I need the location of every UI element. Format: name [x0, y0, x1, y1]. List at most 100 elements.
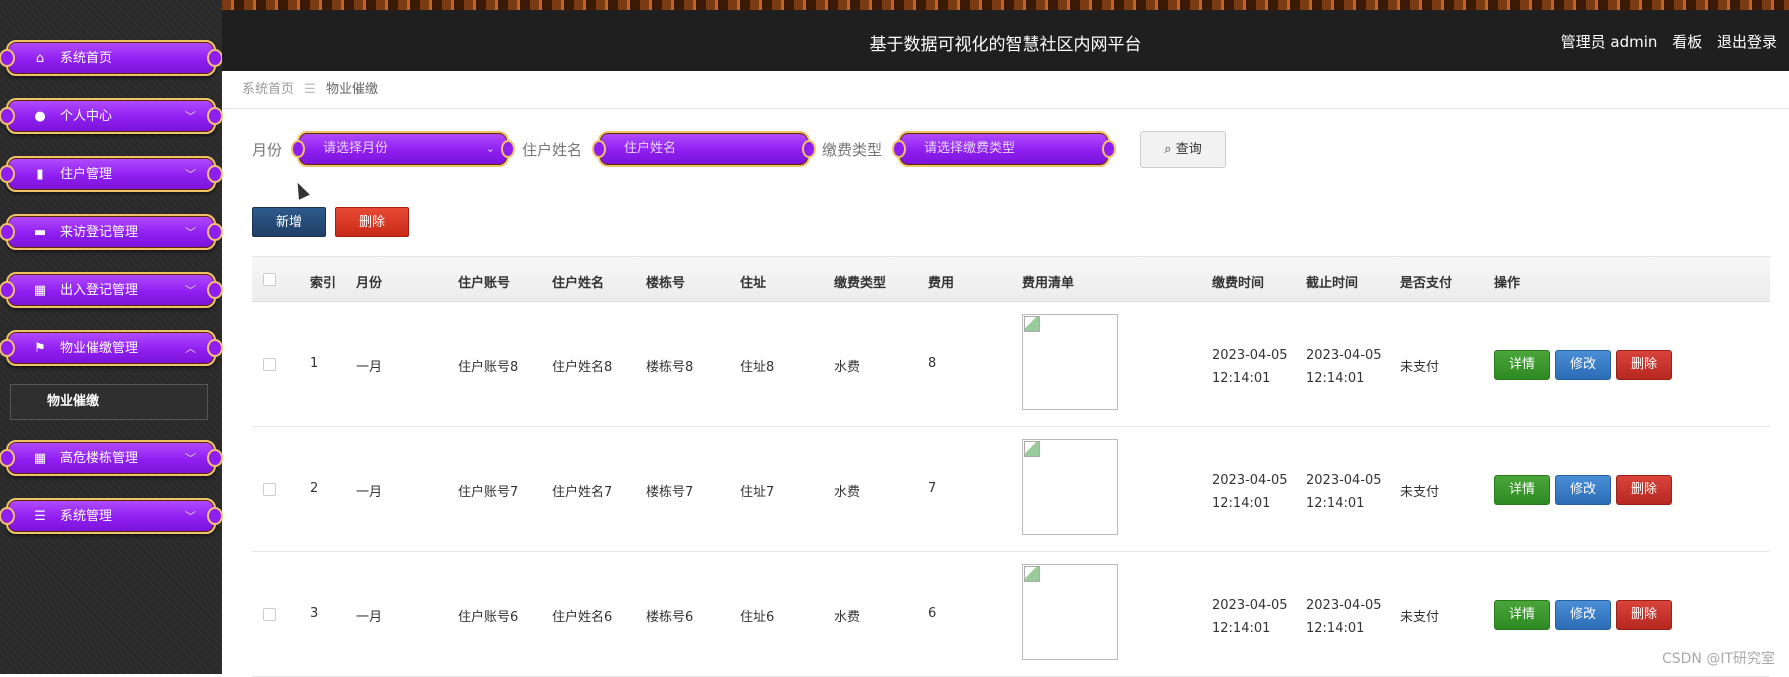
- grid-icon: ▦: [33, 451, 47, 466]
- row-checkbox[interactable]: [263, 608, 276, 621]
- col-ops: 操作: [1494, 276, 1521, 291]
- dashboard-link[interactable]: 看板: [1672, 33, 1702, 51]
- fee-table: 索引 月份 住户账号 住户姓名 楼栋号 住址 缴费类型 费用 费用清单 缴费时间…: [252, 256, 1770, 677]
- cell-address: 住址8: [740, 360, 775, 375]
- sidebar-item-personal-center[interactable]: ● 个人中心 ﹀: [0, 98, 223, 134]
- select-all-checkbox[interactable]: [263, 273, 276, 286]
- delete-button[interactable]: 删除: [1616, 475, 1672, 505]
- delete-button[interactable]: 删除: [1616, 600, 1672, 630]
- cell-fee: 6: [928, 606, 937, 621]
- row-checkbox[interactable]: [263, 358, 276, 371]
- col-building: 楼栋号: [646, 276, 686, 291]
- chevron-down-icon: ﹀: [185, 452, 196, 465]
- fee-list-image: [1022, 314, 1118, 410]
- cell-deadline: 2023-04-05 12:14:01: [1306, 469, 1382, 515]
- cell-fee-type: 水费: [834, 360, 861, 375]
- sidebar-item-label: 来访登记管理: [60, 225, 139, 240]
- query-button[interactable]: ⌕ 查询: [1140, 131, 1226, 168]
- chevron-down-icon: ﹀: [185, 226, 196, 239]
- fee-type-label: 缴费类型: [822, 141, 883, 159]
- chevron-up-icon: ︿: [185, 342, 196, 355]
- detail-button[interactable]: 详情: [1494, 600, 1550, 630]
- query-button-label: 查询: [1175, 142, 1202, 157]
- sidebar-item-entry-registration[interactable]: ▦ 出入登记管理 ﹀: [0, 272, 223, 308]
- cell-paid: 未支付: [1400, 610, 1440, 625]
- cell-month: 一月: [356, 610, 383, 625]
- sidebar-item-property-fee-management[interactable]: ⚑ 物业催缴管理 ︿: [0, 330, 223, 366]
- logout-link[interactable]: 退出登录: [1717, 33, 1777, 51]
- col-month: 月份: [356, 276, 383, 291]
- sidebar-item-visitor-registration[interactable]: ▬ 来访登记管理 ﹀: [0, 214, 223, 250]
- col-fee-list: 费用清单: [1022, 276, 1075, 291]
- cell-pay-time: 2023-04-05 12:14:01: [1212, 594, 1288, 640]
- pay-clock: 12:14:01: [1212, 621, 1271, 636]
- cell-address: 住址7: [740, 485, 775, 500]
- sidebar-subitem-property-fee[interactable]: 物业催缴: [10, 384, 208, 420]
- broken-image-icon: [1024, 441, 1040, 457]
- deadline-date: 2023-04-05: [1306, 598, 1382, 613]
- cell-fee-type: 水费: [834, 485, 861, 500]
- cell-name: 住户姓名8: [552, 360, 613, 375]
- search-bar: 月份 请选择月份 ⌄ 住户姓名 住户姓名 缴费类型 请选择缴费类型 ⌕ 查询: [222, 128, 1789, 168]
- edit-button[interactable]: 修改: [1555, 600, 1611, 630]
- cell-account: 住户账号6: [458, 610, 519, 625]
- table-row: 1 一月 住户账号8 住户姓名8 楼栋号8 住址8 水费 8 2023-04-0…: [252, 302, 1770, 427]
- edit-button[interactable]: 修改: [1555, 475, 1611, 505]
- cell-fee: 7: [928, 481, 937, 496]
- cell-fee-type: 水费: [834, 610, 861, 625]
- sidebar-item-label: 系统管理: [60, 509, 113, 524]
- table-row: 2 一月 住户账号7 住户姓名7 楼栋号7 住址7 水费 7 2023-04-0…: [252, 427, 1770, 552]
- table-row: 3 一月 住户账号6 住户姓名6 楼栋号6 住址6 水费 6 2023-04-0…: [252, 552, 1770, 677]
- month-select-placeholder: 请选择月份: [323, 141, 389, 156]
- cell-address: 住址6: [740, 610, 775, 625]
- sidebar-item-label: 出入登记管理: [60, 283, 139, 298]
- row-checkbox[interactable]: [263, 483, 276, 496]
- col-deadline: 截止时间: [1306, 276, 1359, 291]
- flag-icon: ⚑: [34, 341, 46, 356]
- detail-button[interactable]: 详情: [1494, 350, 1550, 380]
- pay-clock: 12:14:01: [1212, 496, 1271, 511]
- sidebar-item-high-risk-building[interactable]: ▦ 高危楼栋管理 ﹀: [0, 440, 223, 476]
- broken-image-icon: [1024, 566, 1040, 582]
- pay-date: 2023-04-05: [1212, 348, 1288, 363]
- sidebar-item-resident-management[interactable]: ▮ 住户管理 ﹀: [0, 156, 223, 192]
- sliders-icon: ☰: [34, 509, 46, 524]
- detail-button[interactable]: 详情: [1494, 475, 1550, 505]
- sidebar-item-label: 系统首页: [60, 51, 113, 66]
- fee-type-select[interactable]: 请选择缴费类型: [892, 131, 1116, 167]
- fee-list-image: [1022, 564, 1118, 660]
- sidebar: ⌂ 系统首页 ● 个人中心 ﹀ ▮ 住户管理 ﹀ ▬ 来访登记管理 ﹀ ▦ 出入…: [0, 0, 223, 674]
- breadcrumb-home[interactable]: 系统首页: [242, 82, 294, 97]
- add-button[interactable]: 新增: [252, 207, 326, 237]
- sidebar-item-system-management[interactable]: ☰ 系统管理 ﹀: [0, 498, 223, 534]
- chevron-down-icon: ﹀: [185, 110, 196, 123]
- cell-fee: 8: [928, 356, 937, 371]
- building-icon: ▮: [36, 167, 44, 182]
- deadline-clock: 12:14:01: [1306, 496, 1365, 511]
- deadline-clock: 12:14:01: [1306, 621, 1365, 636]
- cell-pay-time: 2023-04-05 12:14:01: [1212, 344, 1288, 390]
- header-user-area: 管理员 admin 看板 退出登录: [1551, 31, 1777, 52]
- col-name: 住户姓名: [552, 276, 605, 291]
- col-paid: 是否支付: [1400, 276, 1453, 291]
- cell-deadline: 2023-04-05 12:14:01: [1306, 344, 1382, 390]
- delete-button[interactable]: 删除: [1616, 350, 1672, 380]
- edit-button[interactable]: 修改: [1555, 350, 1611, 380]
- batch-delete-button[interactable]: 删除: [335, 207, 409, 237]
- col-index: 索引: [310, 276, 337, 291]
- fee-type-placeholder: 请选择缴费类型: [924, 141, 1016, 156]
- breadcrumb-current: 物业催缴: [325, 82, 378, 97]
- month-select[interactable]: 请选择月份 ⌄: [291, 131, 515, 167]
- cell-pay-time: 2023-04-05 12:14:01: [1212, 469, 1288, 515]
- mouse-cursor-icon: [292, 180, 310, 200]
- sidebar-item-home[interactable]: ⌂ 系统首页: [0, 40, 223, 76]
- cell-name: 住户姓名7: [552, 485, 613, 500]
- name-input[interactable]: 住户姓名: [592, 131, 816, 167]
- col-account: 住户账号: [458, 276, 511, 291]
- sidebar-item-label: 个人中心: [60, 109, 113, 124]
- home-icon: ⌂: [35, 51, 45, 66]
- chevron-down-icon: ﹀: [185, 510, 196, 523]
- fee-list-image: [1022, 439, 1118, 535]
- deadline-clock: 12:14:01: [1306, 371, 1365, 386]
- cell-building: 楼栋号8: [646, 360, 694, 375]
